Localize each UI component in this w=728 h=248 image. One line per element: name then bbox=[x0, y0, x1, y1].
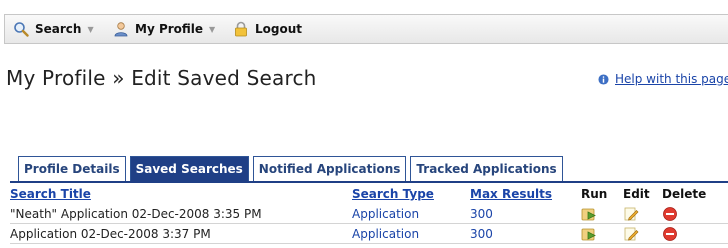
my-profile-menu-label: My Profile bbox=[135, 22, 204, 36]
search-title-cell: Application 02-Dec-2008 3:37 PM bbox=[10, 227, 211, 241]
column-header-search-type[interactable]: Search Type bbox=[352, 184, 434, 204]
edit-button[interactable] bbox=[623, 204, 639, 224]
run-icon bbox=[581, 228, 596, 241]
column-header-edit: Edit bbox=[623, 187, 650, 201]
search-menu-label: Search bbox=[35, 22, 82, 36]
tab-notified-applications[interactable]: Notified Applications bbox=[252, 156, 407, 181]
info-icon bbox=[598, 73, 609, 85]
delete-icon bbox=[663, 207, 677, 221]
pencil-icon bbox=[624, 207, 639, 221]
tab-profile-details[interactable]: Profile Details bbox=[18, 156, 126, 181]
delete-button[interactable] bbox=[662, 224, 678, 244]
help-link-container: Help with this page bbox=[598, 72, 728, 86]
search-type-cell: Application bbox=[352, 207, 420, 221]
tab-saved-searches[interactable]: Saved Searches bbox=[129, 156, 249, 181]
tab-underline bbox=[10, 181, 728, 183]
max-results-cell: 300 bbox=[470, 227, 493, 241]
lock-icon bbox=[235, 21, 247, 37]
chevron-down-icon: ▼ bbox=[209, 24, 216, 34]
pencil-icon bbox=[624, 227, 639, 241]
page-title: My Profile » Edit Saved Search bbox=[6, 66, 317, 90]
column-header-max-results[interactable]: Max Results bbox=[470, 184, 552, 204]
logout-menu-label: Logout bbox=[255, 22, 303, 36]
chevron-down-icon: ▼ bbox=[87, 24, 94, 34]
help-link[interactable]: Help with this page bbox=[615, 72, 728, 86]
my-profile-menu[interactable]: My Profile ▼ bbox=[113, 15, 215, 43]
run-button[interactable] bbox=[581, 204, 597, 224]
run-button[interactable] bbox=[581, 224, 597, 244]
user-icon bbox=[114, 22, 128, 37]
table-row: Application 02-Dec-2008 3:37 PM Applicat… bbox=[10, 224, 728, 244]
search-type-cell: Application bbox=[352, 227, 420, 241]
top-menu-bar: Search ▼ My Profile ▼ Logout bbox=[4, 14, 728, 44]
saved-searches-table: Search Title Search Type Max Results Run… bbox=[10, 184, 728, 244]
column-header-delete: Delete bbox=[662, 187, 707, 201]
run-icon bbox=[581, 208, 596, 221]
search-title-cell: "Neath" Application 02-Dec-2008 3:35 PM bbox=[10, 207, 262, 221]
table-header-row: Search Title Search Type Max Results Run… bbox=[10, 184, 728, 204]
search-icon bbox=[14, 22, 29, 37]
search-menu[interactable]: Search ▼ bbox=[13, 15, 94, 43]
delete-button[interactable] bbox=[662, 204, 678, 224]
logout-menu[interactable]: Logout bbox=[233, 15, 302, 43]
delete-icon bbox=[663, 227, 677, 241]
tab-tracked-applications[interactable]: Tracked Applications bbox=[410, 156, 563, 181]
table-row: "Neath" Application 02-Dec-2008 3:35 PM … bbox=[10, 204, 728, 224]
max-results-cell: 300 bbox=[470, 207, 493, 221]
edit-button[interactable] bbox=[623, 224, 639, 244]
profile-tabs: Profile Details Saved Searches Notified … bbox=[18, 156, 567, 181]
column-header-run: Run bbox=[581, 187, 608, 201]
column-header-search-title[interactable]: Search Title bbox=[10, 184, 91, 204]
